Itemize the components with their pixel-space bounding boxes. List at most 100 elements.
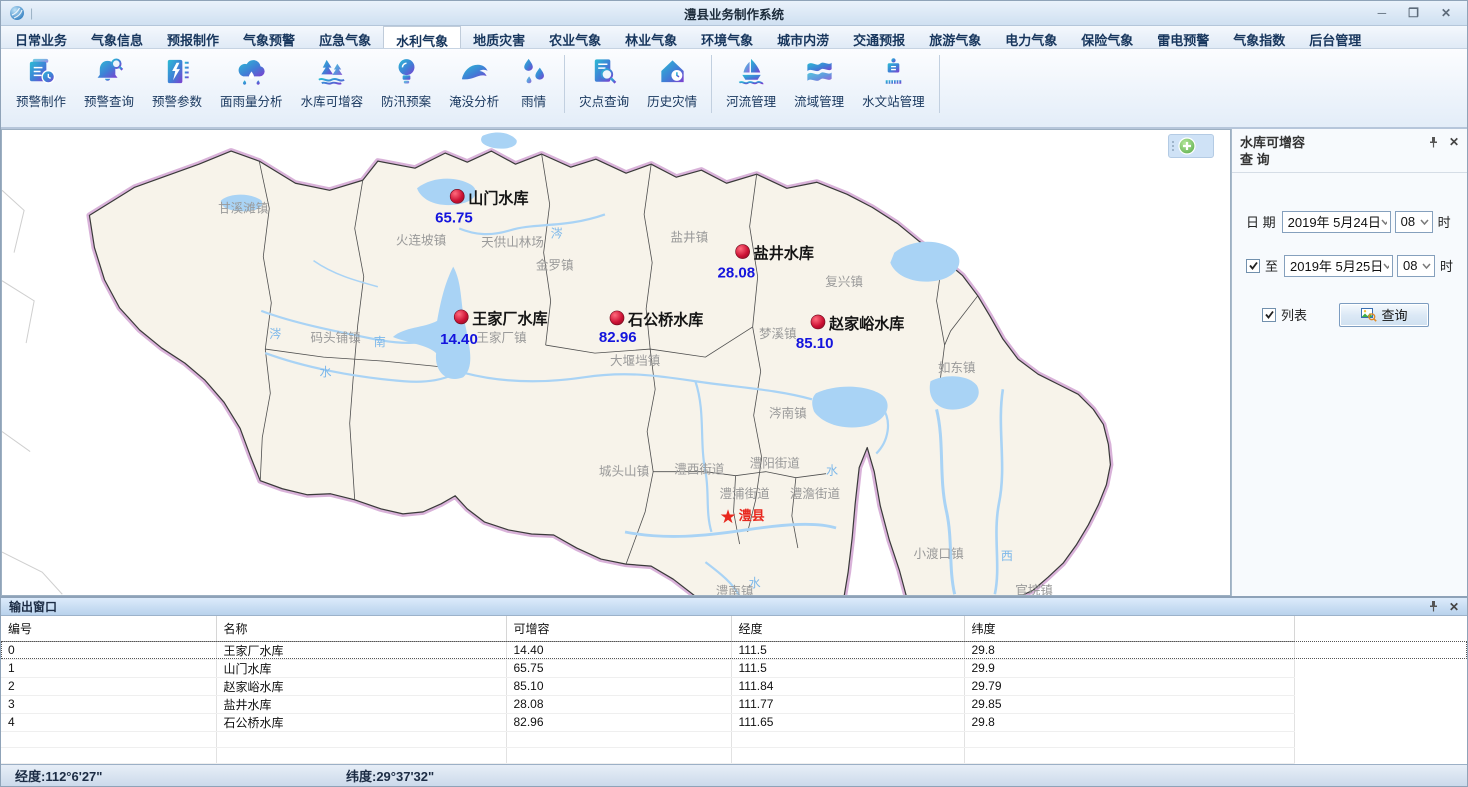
menu-environment[interactable]: 环境气象: [689, 26, 765, 48]
menu-emergency[interactable]: 应急气象: [307, 26, 383, 48]
tool-label: 预警查询: [84, 91, 134, 110]
menu-urban-flood[interactable]: 城市内涝: [765, 26, 841, 48]
map-zoom-in-button[interactable]: [1168, 134, 1214, 158]
column-header[interactable]: 经度: [731, 616, 964, 641]
menu-lightning[interactable]: 雷电预警: [1145, 26, 1221, 48]
cell-latitude: 29.8: [964, 641, 1294, 659]
column-header[interactable]: 编号: [1, 616, 216, 641]
pin-icon[interactable]: [1428, 600, 1439, 612]
from-date-select[interactable]: 2019年 5月24日: [1282, 211, 1391, 233]
tool-flood-plan[interactable]: 防汛预案: [372, 54, 440, 111]
tool-warning-params[interactable]: 预警参数: [143, 54, 211, 111]
menu-agriculture[interactable]: 农业气象: [537, 26, 613, 48]
tool-inundation[interactable]: 淹没分析: [440, 54, 508, 111]
from-date-value: 2019年 5月24日: [1288, 212, 1381, 231]
reservoir-query-panel: 水库可增容 查 询 ✕ 日 期 2019年 5月24日 08 时: [1231, 129, 1467, 596]
output-close-icon[interactable]: ✕: [1449, 600, 1459, 614]
window-title: 澧县业务制作系统: [1, 4, 1467, 23]
menu-insurance[interactable]: 保险气象: [1069, 26, 1145, 48]
output-title: 输出窗口: [9, 598, 57, 615]
basin-manage-icon: [803, 55, 836, 88]
tool-history-disaster[interactable]: 历史灾情: [638, 54, 706, 111]
tool-label: 雨情: [521, 91, 546, 110]
town-label: 盐井镇: [671, 231, 709, 245]
reservoir-name: 王家厂水库: [472, 310, 547, 328]
to-checkbox[interactable]: [1246, 259, 1260, 273]
hydro-station-manage-icon: [877, 55, 910, 88]
reservoir-value: 85.10: [796, 335, 834, 352]
to-date-select[interactable]: 2019年 5月25日: [1284, 255, 1393, 277]
county-seat-star-icon: ★: [719, 507, 736, 528]
to-hour-value: 08: [1403, 258, 1422, 273]
table-row[interactable]: 4 石公桥水库 82.96 111.65 29.8: [1, 713, 1467, 731]
tool-warning-search[interactable]: 预警查询: [75, 54, 143, 111]
cell-latitude: 29.85: [964, 695, 1294, 713]
minimize-icon[interactable]: ─: [1378, 7, 1387, 19]
reservoir-marker[interactable]: [610, 311, 624, 325]
reservoir-marker[interactable]: [811, 315, 825, 329]
menu-tourism[interactable]: 旅游气象: [917, 26, 993, 48]
list-checkbox[interactable]: [1262, 308, 1276, 322]
menu-geological[interactable]: 地质灾害: [461, 26, 537, 48]
tool-reservoir-capacity[interactable]: 水库可增容: [292, 54, 373, 111]
check-icon: [1264, 309, 1275, 320]
tool-warning-compose[interactable]: 预警制作: [7, 54, 75, 111]
to-hour-select[interactable]: 08: [1397, 255, 1435, 277]
menu-water-weather[interactable]: 水利气象: [383, 26, 461, 48]
column-header[interactable]: 可增容: [506, 616, 731, 641]
close-icon[interactable]: ✕: [1441, 7, 1451, 19]
reservoir-marker[interactable]: [736, 245, 750, 259]
town-label: 澧澹街道: [790, 487, 841, 501]
map-panel: 涔 南 水 涔 水 水 西 甘溪滩镇 火连坡镇 天供山林场 金罗镇 盐井镇 复兴…: [1, 129, 1231, 596]
tool-label: 流域管理: [794, 91, 844, 110]
tool-hydro-station-manage[interactable]: 水文站管理: [853, 54, 934, 111]
menu-forecast-make[interactable]: 预报制作: [155, 26, 231, 48]
status-bar: 经度:112°6'27" 纬度:29°37'32": [1, 764, 1467, 787]
menu-weather-index[interactable]: 气象指数: [1221, 26, 1297, 48]
cell-capacity: 85.10: [506, 677, 731, 695]
status-longitude: 经度:112°6'27": [15, 766, 346, 785]
inundation-icon: [458, 55, 491, 88]
tool-area-rainfall[interactable]: 面雨量分析: [211, 54, 292, 111]
menu-traffic[interactable]: 交通预报: [841, 26, 917, 48]
reservoir-marker[interactable]: [450, 189, 464, 203]
table-row[interactable]: 3 盐井水库 28.08 111.77 29.85: [1, 695, 1467, 713]
cell-id: 0: [1, 641, 216, 659]
cell-longitude: 111.65: [731, 713, 964, 731]
tool-basin-manage[interactable]: 流域管理: [785, 54, 853, 111]
table-row-empty: [1, 731, 1467, 747]
tool-disaster-point-search[interactable]: 灾点查询: [570, 54, 638, 111]
hour-unit-label: 时: [1438, 212, 1451, 231]
tool-label: 水库可增容: [301, 91, 364, 110]
menu-admin[interactable]: 后台管理: [1297, 26, 1373, 48]
menu-daily-business[interactable]: 日常业务: [3, 26, 79, 48]
menu-power[interactable]: 电力气象: [993, 26, 1069, 48]
town-label: 澧南镇: [716, 583, 754, 596]
table-header-row: 编号 名称 可增容 经度 纬度: [1, 616, 1467, 641]
map-canvas[interactable]: 涔 南 水 涔 水 水 西 甘溪滩镇 火连坡镇 天供山林场 金罗镇 盐井镇 复兴…: [2, 130, 1230, 596]
cell-longitude: 111.84: [731, 677, 964, 695]
menu-weather-info[interactable]: 气象信息: [79, 26, 155, 48]
from-hour-value: 08: [1401, 214, 1420, 229]
panel-close-icon[interactable]: ✕: [1449, 135, 1459, 149]
tool-rain-info[interactable]: 雨情: [508, 54, 559, 111]
pin-icon[interactable]: [1428, 136, 1439, 148]
chevron-down-icon: [1383, 263, 1389, 269]
tool-label: 预警制作: [16, 91, 66, 110]
tool-label: 预警参数: [152, 91, 202, 110]
tool-river-manage[interactable]: 河流管理: [717, 54, 785, 111]
menu-weather-warning[interactable]: 气象预警: [231, 26, 307, 48]
maximize-icon[interactable]: ❐: [1408, 7, 1419, 19]
column-header-filler: [1294, 616, 1467, 641]
table-row[interactable]: 2 赵家峪水库 85.10 111.84 29.79: [1, 677, 1467, 695]
menu-forestry[interactable]: 林业气象: [613, 26, 689, 48]
cell-name: 赵家峪水库: [216, 677, 506, 695]
table-row[interactable]: 0 王家厂水库 14.40 111.5 29.8: [1, 641, 1467, 659]
column-header[interactable]: 纬度: [964, 616, 1294, 641]
column-header[interactable]: 名称: [216, 616, 506, 641]
query-button[interactable]: 查询: [1339, 303, 1429, 327]
reservoir-marker[interactable]: [454, 310, 468, 324]
from-hour-select[interactable]: 08: [1395, 211, 1433, 233]
table-row[interactable]: 1 山门水库 65.75 111.5 29.9: [1, 659, 1467, 677]
town-label: 金罗镇: [536, 258, 574, 273]
